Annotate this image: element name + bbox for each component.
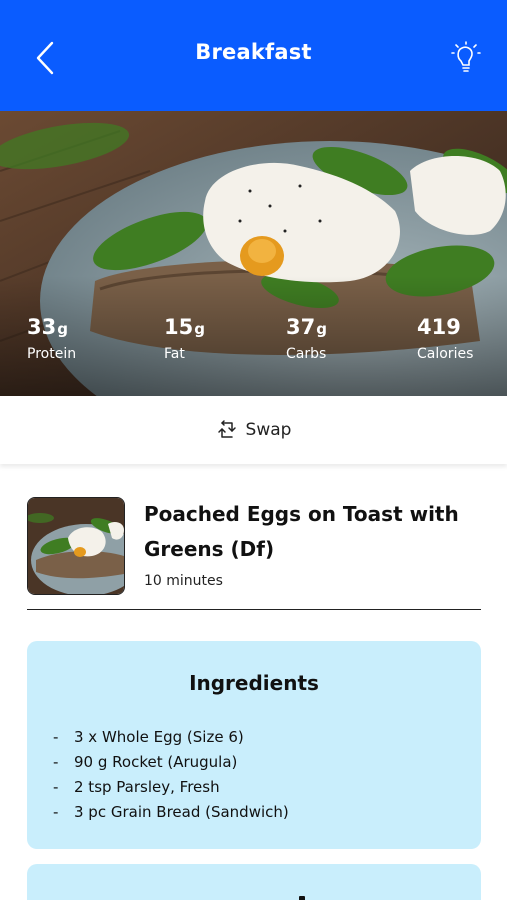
recipe-summary[interactable]: Poached Eggs on Toast with Greens (Df) 1… — [27, 497, 481, 610]
ingredients-card: Ingredients -3 x Whole Egg (Size 6) -90 … — [27, 641, 481, 849]
swap-button[interactable]: Swap — [0, 396, 507, 464]
ingredient-text: 3 x Whole Egg (Size 6) — [74, 728, 244, 746]
macro-label: Carbs — [286, 346, 327, 362]
macro-unit: g — [57, 320, 68, 338]
next-section-card — [27, 864, 481, 900]
ingredients-heading: Ingredients — [189, 671, 319, 695]
ingredient-text: 90 g Rocket (Arugula) — [74, 753, 238, 771]
macro-value: 33 — [27, 315, 57, 339]
macro-protein: 33g Protein — [27, 314, 76, 362]
meal-hero-image: 33g Protein 15g Fat 37g Carbs 419 Calori… — [0, 111, 507, 396]
tip-button[interactable] — [446, 38, 486, 78]
macro-calories: 419 Calories — [417, 314, 473, 362]
heading-fragment — [299, 896, 305, 900]
macro-unit: g — [316, 320, 327, 338]
macro-fat: 15g Fat — [164, 314, 205, 362]
swap-label: Swap — [245, 420, 292, 440]
recipe-title: Poached Eggs on Toast with Greens (Df) — [144, 502, 459, 561]
macro-label: Calories — [417, 346, 474, 362]
ingredient-text: 3 pc Grain Bread (Sandwich) — [74, 803, 289, 821]
ingredient-item: -2 tsp Parsley, Fresh — [53, 778, 220, 796]
macro-label: Fat — [164, 346, 185, 362]
ingredient-item: -3 pc Grain Bread (Sandwich) — [53, 803, 289, 821]
macro-value: 15 — [164, 315, 194, 339]
macro-unit: g — [194, 320, 205, 338]
ingredient-item: -3 x Whole Egg (Size 6) — [53, 728, 244, 746]
page-title: Breakfast — [195, 40, 312, 64]
ingredient-item: -90 g Rocket (Arugula) — [53, 753, 238, 771]
swap-icon — [217, 420, 236, 438]
macro-value: 37 — [286, 315, 316, 339]
recipe-prep-time: 10 minutes — [144, 573, 223, 589]
lightbulb-icon — [451, 41, 481, 72]
macro-value: 419 — [417, 315, 461, 339]
macro-carbs: 37g Carbs — [286, 314, 327, 362]
recipe-thumbnail — [27, 497, 125, 595]
top-app-bar: Breakfast — [0, 0, 507, 111]
ingredient-text: 2 tsp Parsley, Fresh — [74, 778, 220, 796]
macro-label: Protein — [27, 346, 77, 362]
ingredients-list: -3 x Whole Egg (Size 6) -90 g Rocket (Ar… — [53, 725, 289, 825]
recipe-thumbnail-image — [28, 498, 124, 594]
